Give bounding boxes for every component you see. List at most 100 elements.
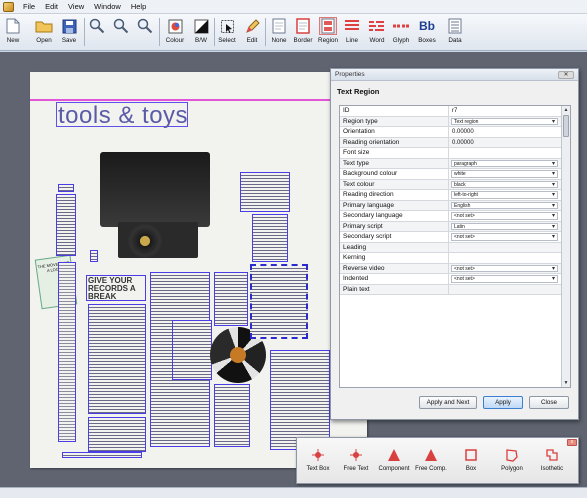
black-white-button[interactable]: B/W bbox=[190, 16, 212, 49]
isothetic-tool[interactable]: Isothetic bbox=[535, 448, 569, 472]
page-heading: tools & toys bbox=[58, 102, 189, 129]
text-region[interactable] bbox=[214, 272, 248, 326]
open-button[interactable]: Open bbox=[33, 16, 55, 49]
toolbar-separator bbox=[214, 18, 215, 46]
property-row[interactable]: Secondary language <not set> bbox=[340, 211, 570, 222]
text-region[interactable] bbox=[252, 214, 288, 262]
menu-edit[interactable]: Edit bbox=[40, 0, 63, 14]
zoom-out-button[interactable] bbox=[111, 16, 131, 49]
colour-button[interactable]: Colour bbox=[162, 16, 188, 49]
zoom-in-button[interactable] bbox=[87, 16, 107, 49]
shape-tools-palette[interactable]: x Text Box Free Text Component Free Comp… bbox=[296, 437, 579, 484]
property-row[interactable]: Primary language English bbox=[340, 200, 570, 211]
text-region[interactable] bbox=[56, 194, 76, 256]
text-region[interactable] bbox=[88, 304, 146, 414]
property-row[interactable]: Plain text bbox=[340, 284, 570, 295]
property-value-field[interactable] bbox=[449, 148, 570, 158]
edit-button[interactable]: Edit bbox=[242, 16, 262, 49]
status-bar bbox=[0, 487, 587, 498]
scroll-down-icon[interactable]: ▼ bbox=[562, 379, 570, 387]
property-row[interactable]: Font size bbox=[340, 148, 570, 159]
property-row[interactable]: Reading direction left-to-right bbox=[340, 190, 570, 201]
property-row[interactable]: Indented <not set> bbox=[340, 274, 570, 285]
text-box-tool[interactable]: Text Box bbox=[301, 448, 335, 472]
polygon-tool[interactable]: Polygon bbox=[495, 448, 529, 472]
property-dropdown[interactable]: <not set> bbox=[451, 233, 558, 241]
box-tool[interactable]: Box bbox=[454, 448, 488, 472]
property-row[interactable]: Leading bbox=[340, 242, 570, 253]
text-region[interactable] bbox=[58, 262, 76, 442]
property-value-field[interactable] bbox=[449, 285, 570, 295]
property-dropdown[interactable]: <not set> bbox=[451, 275, 558, 283]
headline-region[interactable] bbox=[86, 275, 146, 301]
apply-and-next-button[interactable]: Apply and Next bbox=[419, 396, 477, 409]
property-dropdown[interactable]: paragraph bbox=[451, 159, 558, 167]
close-icon[interactable]: x bbox=[567, 439, 577, 446]
property-label: Orientation bbox=[340, 127, 449, 137]
text-region[interactable] bbox=[240, 172, 290, 212]
scroll-up-icon[interactable]: ▲ bbox=[562, 106, 570, 114]
boxes-button[interactable]: Bb Boxes bbox=[415, 16, 439, 49]
properties-dialog[interactable]: Properties ✕ Text Region ID r7 Region type… bbox=[330, 68, 579, 420]
properties-titlebar[interactable]: Properties ✕ bbox=[331, 69, 578, 81]
property-dropdown[interactable]: black bbox=[451, 180, 558, 188]
property-row[interactable]: Text type paragraph bbox=[340, 158, 570, 169]
close-icon[interactable]: ✕ bbox=[558, 70, 574, 79]
component-tool[interactable]: Component bbox=[377, 448, 411, 472]
property-dropdown[interactable]: white bbox=[451, 170, 558, 178]
data-button[interactable]: Data bbox=[445, 16, 465, 49]
save-button[interactable]: Save bbox=[59, 16, 79, 49]
free-text-tool[interactable]: Free Text bbox=[339, 448, 373, 472]
glyph-button[interactable]: Glyph bbox=[390, 16, 412, 49]
text-region[interactable] bbox=[270, 350, 330, 450]
scroll-thumb[interactable] bbox=[563, 115, 569, 137]
property-value-field[interactable]: 0.00000 bbox=[449, 127, 570, 137]
menu-view[interactable]: View bbox=[63, 0, 89, 14]
document-page[interactable]: tools & toys THE MOVE TAKE A LOOK GIVE Y… bbox=[30, 72, 367, 468]
property-value-field[interactable]: r7 bbox=[449, 106, 570, 116]
property-dropdown[interactable]: English bbox=[451, 201, 558, 209]
black-white-icon bbox=[192, 17, 210, 35]
property-row[interactable]: Reading orientation 0.00000 bbox=[340, 137, 570, 148]
property-dropdown[interactable]: Text region bbox=[451, 117, 558, 125]
text-region[interactable] bbox=[214, 384, 250, 447]
menu-help[interactable]: Help bbox=[126, 0, 151, 14]
new-button[interactable]: New bbox=[3, 16, 23, 49]
selected-text-region[interactable] bbox=[250, 264, 308, 339]
select-button[interactable]: Select bbox=[216, 16, 238, 49]
region-icon bbox=[319, 17, 337, 35]
property-dropdown[interactable]: Latin bbox=[451, 222, 558, 230]
property-row[interactable]: Text colour black bbox=[340, 179, 570, 190]
apply-button[interactable]: Apply bbox=[483, 396, 523, 409]
properties-scrollbar[interactable]: ▲ ▼ bbox=[561, 106, 570, 387]
property-dropdown[interactable]: <not set> bbox=[451, 264, 558, 272]
property-row[interactable]: Background colour white bbox=[340, 169, 570, 180]
line-button[interactable]: Line bbox=[342, 16, 362, 49]
none-button[interactable]: None bbox=[268, 16, 290, 49]
property-value-field[interactable] bbox=[449, 253, 570, 263]
region-button[interactable]: Region bbox=[316, 16, 340, 49]
text-region[interactable] bbox=[172, 320, 212, 380]
footer-region[interactable] bbox=[62, 452, 142, 458]
text-region[interactable] bbox=[88, 417, 146, 452]
text-region[interactable] bbox=[90, 250, 98, 262]
word-button[interactable]: Word bbox=[366, 16, 388, 49]
text-region[interactable] bbox=[58, 184, 74, 192]
property-dropdown[interactable]: left-to-right bbox=[451, 191, 558, 199]
property-row[interactable]: Secondary script <not set> bbox=[340, 232, 570, 243]
property-row[interactable]: Kerning bbox=[340, 253, 570, 264]
menu-window[interactable]: Window bbox=[89, 0, 126, 14]
property-row[interactable]: Primary script Latin bbox=[340, 221, 570, 232]
property-row[interactable]: Orientation 0.00000 bbox=[340, 127, 570, 138]
property-row[interactable]: Region type Text region bbox=[340, 116, 570, 127]
property-dropdown[interactable]: <not set> bbox=[451, 212, 558, 220]
close-button[interactable]: Close bbox=[529, 396, 569, 409]
property-value-field[interactable]: 0.00000 bbox=[449, 138, 570, 148]
zoom-fit-button[interactable] bbox=[135, 16, 155, 49]
property-row[interactable]: ID r7 bbox=[340, 106, 570, 117]
property-value-field[interactable] bbox=[449, 243, 570, 253]
property-row[interactable]: Reverse video <not set> bbox=[340, 263, 570, 274]
menu-file[interactable]: File bbox=[18, 0, 40, 14]
border-button[interactable]: Border bbox=[291, 16, 315, 49]
free-component-tool[interactable]: Free Comp. bbox=[414, 448, 448, 472]
